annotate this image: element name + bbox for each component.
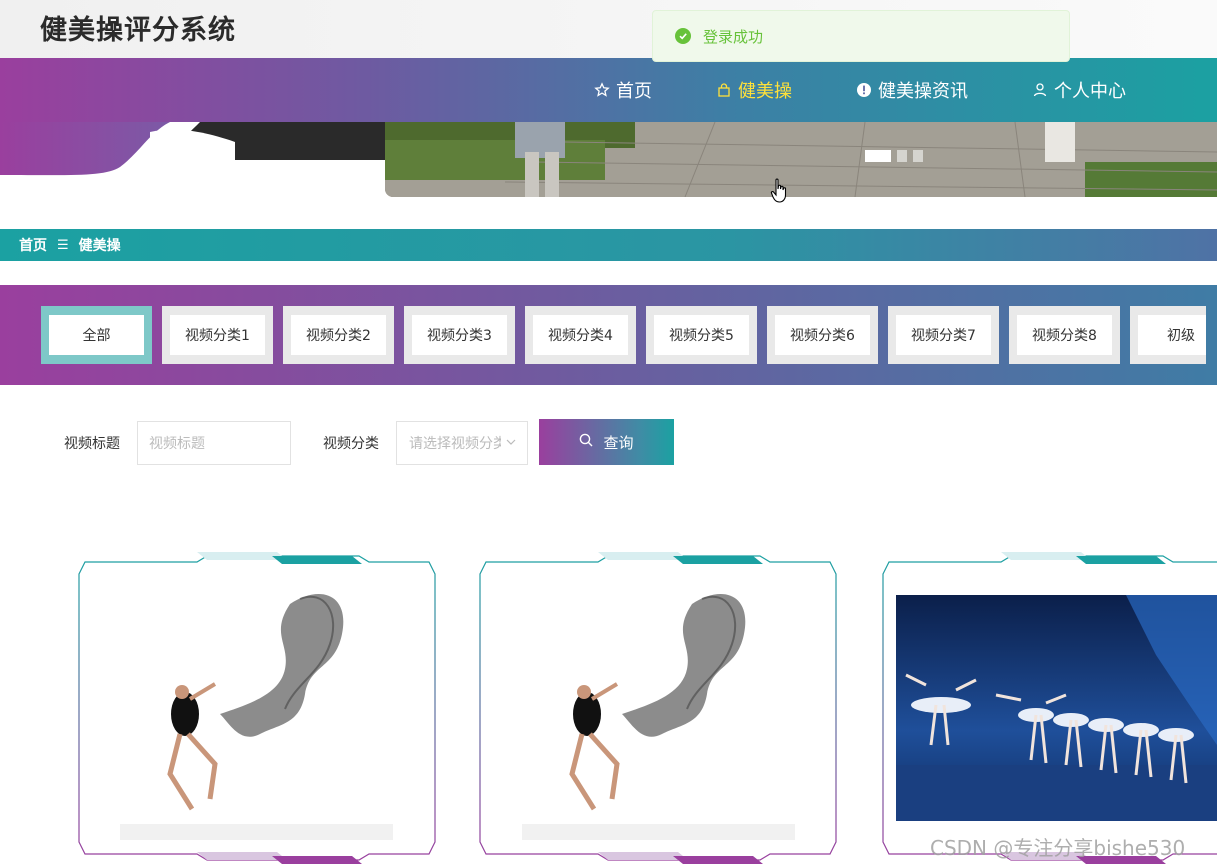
video-category-placeholder: 请选择视频分类 [409, 436, 501, 452]
category-label: 全部 [49, 315, 144, 355]
category-label: 视频分类1 [170, 315, 265, 355]
category-label: 视频分类5 [654, 315, 749, 355]
nav-item-news[interactable]: 健美操资讯 [856, 77, 968, 103]
video-category-select[interactable]: 请选择视频分类 [396, 421, 528, 465]
category-tab[interactable]: 视频分类3 [404, 306, 515, 364]
hand-cursor-icon [770, 178, 790, 208]
video-title-input[interactable]: 视频标题 [137, 421, 291, 465]
nav-label-profile: 个人中心 [1054, 81, 1126, 102]
banner-carousel-image[interactable] [385, 122, 1217, 197]
category-tab[interactable]: 视频分类5 [646, 306, 757, 364]
site-title: 健美操评分系统 [40, 15, 236, 46]
check-circle-icon [675, 28, 691, 44]
user-icon [1032, 82, 1048, 98]
category-label: 视频分类4 [533, 315, 628, 355]
nav-item-aerobics[interactable]: 健美操 [716, 77, 792, 103]
video-title-label: 视频标题 [64, 436, 120, 452]
category-label: 初级 [1138, 315, 1206, 355]
breadcrumb: 首页 ☰ 健美操 [0, 229, 1217, 261]
video-card[interactable] [77, 550, 437, 866]
category-label: 视频分类2 [291, 315, 386, 355]
carousel-dots [865, 150, 923, 162]
star-icon [594, 82, 610, 98]
breadcrumb-current: 健美操 [78, 238, 121, 254]
category-tab[interactable]: 视频分类6 [767, 306, 878, 364]
category-tab[interactable]: 视频分类2 [283, 306, 394, 364]
category-label: 视频分类7 [896, 315, 991, 355]
category-tab[interactable]: 视频分类4 [525, 306, 636, 364]
carousel-dot[interactable] [897, 150, 907, 162]
dancer-with-scarf-image[interactable] [522, 574, 795, 840]
search-icon [579, 433, 593, 451]
main-nav: 首页 健美操 健美操资讯 个人中心 [594, 58, 1126, 122]
category-label: 视频分类6 [775, 315, 870, 355]
toast-message: 登录成功 [703, 27, 764, 46]
category-tabs: 全部 视频分类1 视频分类2 视频分类3 视频分类4 视频分类5 视频分类6 视… [41, 306, 1206, 364]
video-title-placeholder: 视频标题 [149, 436, 205, 452]
nav-item-profile[interactable]: 个人中心 [1032, 77, 1126, 103]
info-icon [856, 82, 872, 98]
breadcrumb-separator-icon: ☰ [57, 237, 69, 253]
bag-icon [716, 82, 732, 98]
video-card[interactable] [881, 550, 1217, 866]
category-label: 视频分类8 [1017, 315, 1112, 355]
dancer-with-scarf-image[interactable] [120, 574, 393, 840]
carousel-dot[interactable] [865, 150, 891, 162]
carousel-dot[interactable] [913, 150, 923, 162]
nav-band: 首页 健美操 健美操资讯 个人中心 [0, 58, 1217, 122]
category-tab[interactable]: 视频分类1 [162, 306, 273, 364]
category-tab-all[interactable]: 全部 [41, 306, 152, 364]
success-toast: 登录成功 [652, 10, 1070, 62]
category-tab[interactable]: 视频分类7 [888, 306, 999, 364]
breadcrumb-home[interactable]: 首页 [19, 235, 47, 255]
search-button[interactable]: 查询 [539, 419, 674, 465]
ballet-swan-lake-image[interactable] [896, 595, 1217, 821]
video-category-label: 视频分类 [323, 436, 379, 452]
category-tab[interactable]: 视频分类8 [1009, 306, 1120, 364]
nav-label-news: 健美操资讯 [878, 81, 968, 102]
watermark-text: CSDN @专注分享bishe530 [930, 836, 1186, 860]
category-tab-beginner[interactable]: 初级 [1130, 306, 1206, 364]
banner-decoration [0, 122, 400, 200]
category-band: 全部 视频分类1 视频分类2 视频分类3 视频分类4 视频分类5 视频分类6 视… [0, 285, 1217, 385]
chevron-down-icon [505, 436, 517, 452]
nav-label-home: 首页 [616, 81, 652, 102]
search-button-label: 查询 [603, 433, 634, 452]
nav-item-home[interactable]: 首页 [594, 77, 652, 103]
video-card[interactable] [478, 550, 838, 866]
nav-label-aerobics: 健美操 [738, 81, 792, 102]
category-label: 视频分类3 [412, 315, 507, 355]
